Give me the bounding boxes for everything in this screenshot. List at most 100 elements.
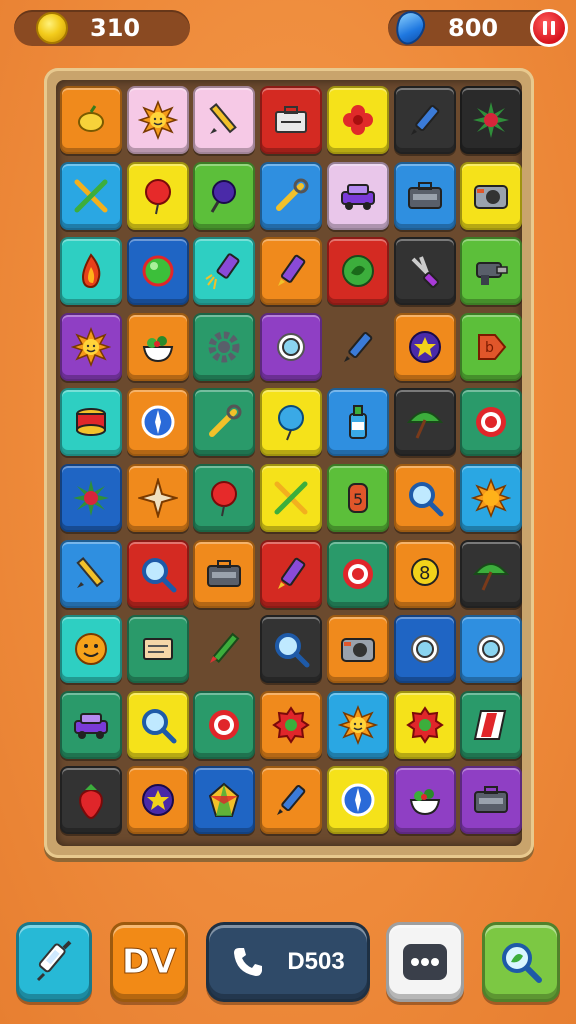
game-tile[interactable] [60, 237, 122, 306]
game-tile[interactable] [393, 615, 456, 684]
game-tile[interactable] [126, 766, 189, 835]
search-booster-button[interactable] [482, 922, 560, 1002]
game-tile[interactable] [260, 86, 323, 154]
game-tile[interactable] [326, 615, 389, 684]
game-tile[interactable] [60, 312, 122, 381]
game-tile[interactable] [326, 690, 389, 759]
game-tile[interactable] [193, 464, 256, 532]
magnifier-icon [408, 482, 443, 517]
game-tile[interactable] [193, 237, 256, 306]
game-tile[interactable] [193, 161, 256, 230]
game-tile[interactable] [193, 388, 256, 457]
magnifier-icon [141, 708, 177, 744]
spiky-berry-icon [473, 102, 510, 138]
game-tile[interactable] [393, 312, 456, 381]
game-tile[interactable] [126, 237, 189, 306]
game-tile[interactable] [193, 86, 256, 154]
game-tile[interactable] [60, 690, 122, 759]
game-tile[interactable] [260, 766, 323, 835]
game-tile[interactable]: 5 [326, 464, 389, 532]
car-icon [74, 712, 108, 739]
game-tile[interactable] [460, 615, 523, 684]
firework-icon [205, 253, 240, 290]
car-icon [340, 183, 375, 210]
red-flower-icon [342, 105, 373, 135]
game-tile[interactable] [260, 615, 323, 684]
game-tile[interactable] [260, 312, 323, 381]
wrench-icon [209, 404, 242, 438]
game-tile[interactable] [60, 615, 122, 684]
syringe-icon [36, 940, 72, 982]
game-tile[interactable] [460, 237, 523, 306]
camera-icon [340, 638, 375, 663]
target-ring-icon [476, 407, 507, 438]
game-tile[interactable] [393, 86, 456, 154]
pencil-icon [209, 102, 238, 134]
game-tile[interactable]: b [460, 312, 523, 381]
game-tile[interactable] [126, 86, 189, 154]
game-tile[interactable] [260, 464, 323, 532]
game-tile[interactable] [460, 464, 523, 532]
game-tile[interactable] [60, 388, 122, 457]
game-tile[interactable] [326, 237, 389, 306]
game-tile[interactable] [260, 161, 323, 230]
game-tile[interactable] [193, 539, 256, 608]
game-tile[interactable] [60, 86, 122, 154]
syringe-booster-button[interactable] [16, 922, 92, 1002]
call-button[interactable]: D503 [206, 922, 370, 1002]
game-tile[interactable] [60, 766, 122, 835]
game-tile[interactable] [193, 690, 256, 759]
game-tile[interactable] [393, 766, 456, 835]
game-tile[interactable] [393, 388, 456, 457]
game-tile[interactable] [460, 766, 523, 835]
game-tile[interactable] [126, 690, 189, 759]
drum-icon [76, 408, 106, 437]
game-tile[interactable] [460, 86, 523, 154]
game-tile[interactable] [327, 313, 389, 381]
game-tile[interactable] [393, 690, 456, 759]
game-tile[interactable] [393, 237, 456, 306]
chat-button[interactable] [386, 922, 464, 1002]
target-ring-icon [342, 558, 373, 589]
game-tile[interactable] [60, 464, 122, 532]
game-tile[interactable] [260, 388, 323, 457]
game-tile[interactable] [393, 161, 456, 230]
game-tile[interactable] [326, 539, 389, 608]
game-tile[interactable] [326, 161, 389, 230]
game-tile[interactable] [326, 766, 389, 835]
game-tile[interactable]: 8 [393, 539, 456, 608]
game-tile[interactable] [126, 388, 189, 457]
bottle-icon [348, 405, 367, 440]
game-tile[interactable] [260, 539, 323, 608]
compass-icon [341, 783, 375, 817]
note-card-icon [142, 638, 173, 661]
blue-balloon-icon [278, 405, 305, 441]
game-tile[interactable] [326, 86, 389, 154]
game-tile[interactable] [193, 766, 256, 835]
game-tile[interactable] [126, 312, 189, 381]
game-tile[interactable] [126, 464, 189, 532]
game-tile[interactable] [460, 539, 523, 608]
star-orb-icon [141, 784, 174, 817]
game-tile[interactable] [60, 539, 122, 608]
game-tile[interactable] [193, 312, 256, 381]
compass-icon [141, 405, 175, 439]
game-tile[interactable] [126, 539, 189, 608]
svg-text:b: b [485, 340, 494, 356]
purple-crayon-icon [278, 557, 306, 589]
game-tile[interactable] [260, 237, 323, 306]
pause-button[interactable] [530, 9, 568, 47]
game-tile[interactable] [126, 615, 189, 684]
game-tile[interactable] [193, 615, 255, 683]
game-tile[interactable] [260, 690, 323, 759]
game-tile[interactable] [460, 690, 523, 759]
sun-face-icon [137, 100, 178, 140]
sun-face-icon [71, 326, 111, 367]
dv-button[interactable]: DV [110, 922, 188, 1002]
game-tile[interactable] [126, 161, 189, 230]
game-tile[interactable] [460, 388, 523, 457]
game-tile[interactable] [460, 161, 523, 230]
game-tile[interactable] [393, 464, 456, 532]
game-tile[interactable] [326, 388, 389, 457]
game-tile[interactable] [60, 161, 122, 230]
